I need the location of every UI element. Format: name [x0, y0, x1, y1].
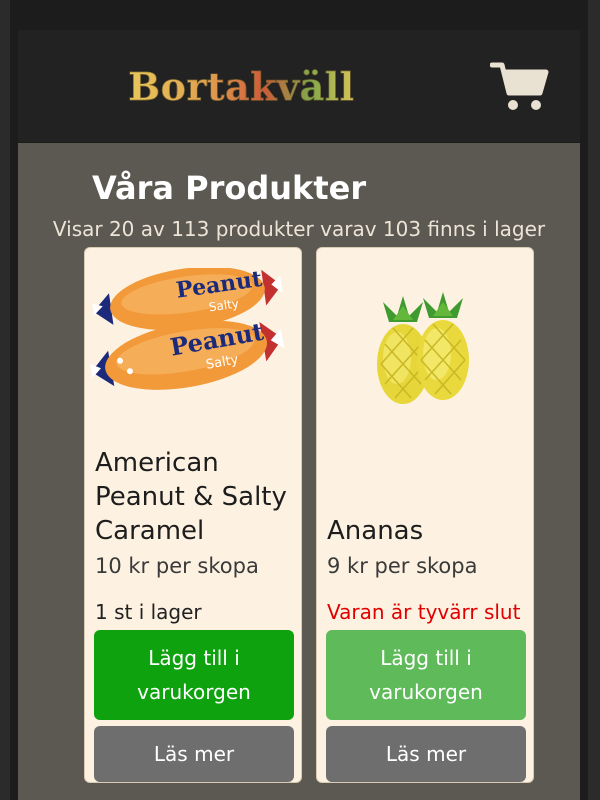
product-card: Ananas 9 kr per skopa Varan är tyvärr sl…	[316, 247, 534, 783]
product-card: Peanut Salty Peanut Salty American Peanu…	[84, 247, 302, 783]
product-price: 10 kr per skopa	[95, 554, 259, 578]
add-to-cart-button[interactable]: Lägg till i varukorgen	[326, 630, 526, 720]
product-price: 9 kr per skopa	[327, 554, 478, 578]
read-more-button[interactable]: Läs mer	[326, 726, 526, 782]
product-name: American Peanut & Salty Caramel	[95, 448, 287, 546]
product-stock-status: Varan är tyvärr slut	[327, 600, 521, 624]
shopping-cart-icon[interactable]	[489, 60, 550, 112]
product-count-summary: Visar 20 av 113 produkter varav 103 finn…	[52, 217, 546, 241]
product-image-ananas[interactable]	[317, 268, 533, 438]
read-more-button[interactable]: Läs mer	[94, 726, 294, 782]
main-content: Våra Produkter Visar 20 av 113 produkter…	[18, 143, 580, 800]
app-frame: Bortakväll Våra Produkter Visar 20 av 11…	[10, 0, 588, 800]
product-image-peanut-caramel[interactable]: Peanut Salty Peanut Salty	[85, 266, 301, 438]
add-to-cart-button[interactable]: Lägg till i varukorgen	[94, 630, 294, 720]
product-name: Ananas	[327, 516, 424, 546]
page-title: Våra Produkter	[92, 169, 367, 207]
site-logo[interactable]: Bortakväll	[128, 64, 355, 110]
site-header: Bortakväll	[18, 30, 580, 142]
product-stock-status: 1 st i lager	[95, 600, 202, 624]
